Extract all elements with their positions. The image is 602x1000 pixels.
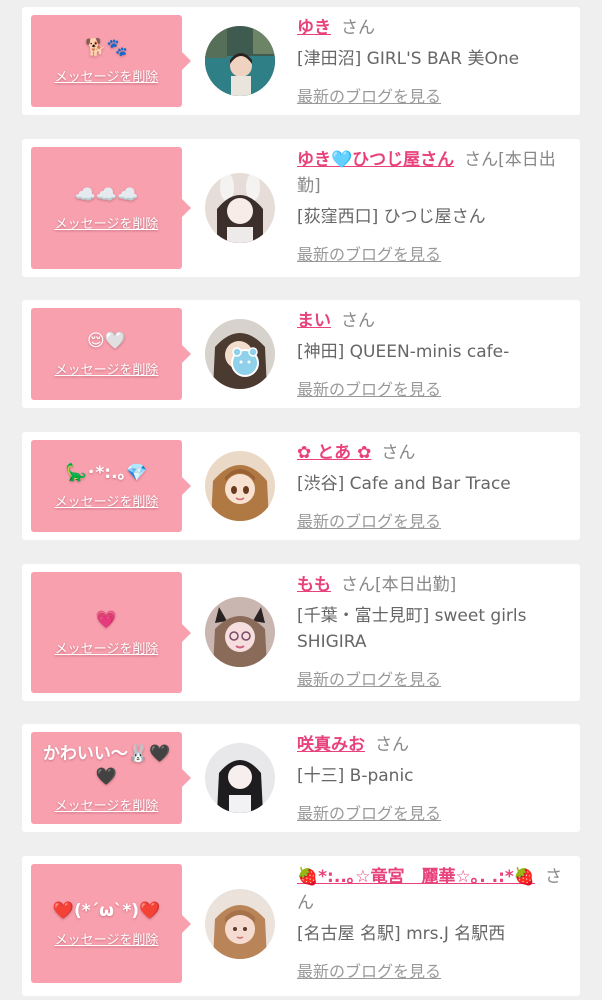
latest-blog-link[interactable]: 最新のブログを見る [297, 666, 441, 690]
profile-photo-bangs-icon [205, 889, 275, 959]
honorific: さん [464, 150, 499, 170]
avatar[interactable] [205, 26, 275, 96]
honorific: さん [341, 575, 375, 595]
sender-info: 咲真みお さん [十三] B-panic 最新のブログを見る [297, 732, 569, 824]
message-bubble: 💗 メッセージを削除 [31, 572, 191, 693]
avatar[interactable] [205, 743, 275, 813]
profile-photo-bunny-ears-icon [205, 173, 275, 243]
sender-name-line: ゆき さん [297, 15, 569, 41]
shop-info: [十三] B-panic [297, 766, 414, 786]
message-card: かわいい〜🐰🖤🖤 メッセージを削除 咲真みお さん [十三] B-panic 最新… [22, 724, 580, 832]
sender-name-link[interactable]: 🍓*:..｡☆竜宮 麗華☆｡. .:*🍓 [297, 867, 535, 887]
profile-illustration-anime-icon [205, 451, 275, 521]
sender-info: もも さん[本日出勤] [千葉・富士見町] sweet girls SHIGIRA… [297, 572, 569, 690]
profile-photo-dark-hair-icon [205, 743, 275, 813]
delete-message-link[interactable]: メッセージを削除 [55, 359, 159, 378]
latest-blog-link[interactable]: 最新のブログを見る [297, 83, 441, 107]
latest-blog-link[interactable]: 最新のブログを見る [297, 508, 441, 532]
delete-message-link[interactable]: メッセージを削除 [55, 638, 159, 657]
honorific: さん [381, 443, 416, 463]
avatar[interactable] [205, 597, 275, 667]
delete-message-link[interactable]: メッセージを削除 [55, 929, 159, 948]
sender-name-link[interactable]: ゆき [297, 18, 331, 38]
sender-name-line: まい さん [297, 308, 569, 334]
honorific: さん [341, 18, 375, 38]
shop-info: [荻窪西口] ひつじ屋さん [297, 207, 486, 227]
message-text: かわいい〜🐰🖤🖤 [42, 743, 171, 787]
sender-info: ゆき🩵ひつじ屋さん さん[本日出勤] [荻窪西口] ひつじ屋さん 最新のブログを見… [297, 147, 569, 265]
sender-name-line: もも さん[本日出勤] [297, 572, 569, 598]
message-card: ☁️☁️☁️ メッセージを削除 ゆき🩵ひつじ屋さん さん[本日出勤] [荻窪西口]… [22, 139, 580, 277]
delete-message-link[interactable]: メッセージを削除 [55, 795, 159, 814]
latest-blog-link[interactable]: 最新のブログを見る [297, 376, 441, 400]
message-card: 💗 メッセージを削除 もも さん[本日出勤] [千葉・富士見町] sweet gi… [22, 564, 580, 701]
latest-blog-link[interactable]: 最新のブログを見る [297, 241, 441, 265]
avatar[interactable] [205, 451, 275, 521]
sender-info: ✿ とあ ✿ さん [渋谷] Cafe and Bar Trace 最新のブログを… [297, 440, 569, 532]
latest-blog-link[interactable]: 最新のブログを見る [297, 800, 441, 824]
sender-name-link[interactable]: ✿ とあ ✿ [297, 443, 371, 463]
message-text: ❤️(*´ω`*)❤️ [52, 900, 161, 921]
message-bubble: かわいい〜🐰🖤🖤 メッセージを削除 [31, 732, 191, 824]
sender-info: ゆき さん [津田沼] GIRL'S BAR 美One 最新のブログを見る [297, 15, 569, 107]
sender-name-line: ゆき🩵ひつじ屋さん さん[本日出勤] [297, 147, 569, 199]
message-text: 💗 [95, 609, 118, 630]
message-list: 🐕🐾 メッセージを削除 ゆき さん [津田沼] GIRL'S BAR 美One 最… [0, 0, 602, 1000]
work-status: [本日出勤] [375, 575, 457, 595]
sender-name-link[interactable]: まい [297, 311, 331, 331]
message-bubble: ☁️☁️☁️ メッセージを削除 [31, 147, 191, 269]
shop-info: [名古屋 名駅] mrs.J 名駅西 [297, 924, 506, 944]
honorific: さん [341, 311, 375, 331]
message-card: 🐕🐾 メッセージを削除 ゆき さん [津田沼] GIRL'S BAR 美One 最… [22, 7, 580, 115]
message-card: 🦕･*:.｡💎 メッセージを削除 ✿ とあ ✿ さん [渋谷] Cafe and … [22, 432, 580, 540]
shop-info: [渋谷] Cafe and Bar Trace [297, 474, 511, 494]
shop-info: [千葉・富士見町] sweet girls SHIGIRA [297, 606, 527, 652]
sender-name-line: 咲真みお さん [297, 732, 569, 758]
avatar[interactable] [205, 173, 275, 243]
honorific: さん [375, 735, 409, 755]
sender-name-link[interactable]: もも [297, 575, 331, 595]
sender-name-line: 🍓*:..｡☆竜宮 麗華☆｡. .:*🍓 さん [297, 864, 569, 916]
message-card: ❤️(*´ω`*)❤️ メッセージを削除 🍓*:..｡☆竜宮 麗華☆｡. .:*… [22, 856, 580, 996]
delete-message-link[interactable]: メッセージを削除 [55, 66, 159, 85]
profile-photo-cat-ears-icon [205, 597, 275, 667]
message-bubble: ❤️(*´ω`*)❤️ メッセージを削除 [31, 864, 191, 983]
sender-info: 🍓*:..｡☆竜宮 麗華☆｡. .:*🍓 さん [名古屋 名駅] mrs.J 名駅… [297, 864, 569, 982]
message-bubble: 🐕🐾 メッセージを削除 [31, 15, 191, 107]
message-text: 🦕･*:.｡💎 [65, 463, 148, 483]
profile-photo-poolside-icon [205, 26, 275, 96]
delete-message-link[interactable]: メッセージを削除 [55, 213, 159, 232]
profile-photo-bear-sticker-icon [205, 319, 275, 389]
sender-name-link[interactable]: ゆき🩵ひつじ屋さん [297, 150, 454, 170]
delete-message-link[interactable]: メッセージを削除 [55, 491, 159, 510]
shop-info: [津田沼] GIRL'S BAR 美One [297, 49, 520, 69]
shop-info: [神田] QUEEN-minis cafe- [297, 342, 510, 362]
sender-name-link[interactable]: 咲真みお [297, 735, 365, 755]
message-bubble: 🦕･*:.｡💎 メッセージを削除 [31, 440, 191, 532]
message-text: 🐕🐾 [85, 38, 128, 58]
latest-blog-link[interactable]: 最新のブログを見る [297, 958, 441, 982]
sender-info: まい さん [神田] QUEEN-minis cafe- 最新のブログを見る [297, 308, 569, 400]
avatar[interactable] [205, 889, 275, 959]
message-text: ☁️☁️☁️ [74, 185, 139, 205]
avatar[interactable] [205, 319, 275, 389]
sender-name-line: ✿ とあ ✿ さん [297, 440, 569, 466]
message-text: 😌🤍 [87, 331, 126, 351]
message-bubble: 😌🤍 メッセージを削除 [31, 308, 191, 400]
message-card: 😌🤍 メッセージを削除 まい さん [神田] QUEEN-minis cafe- … [22, 300, 580, 408]
